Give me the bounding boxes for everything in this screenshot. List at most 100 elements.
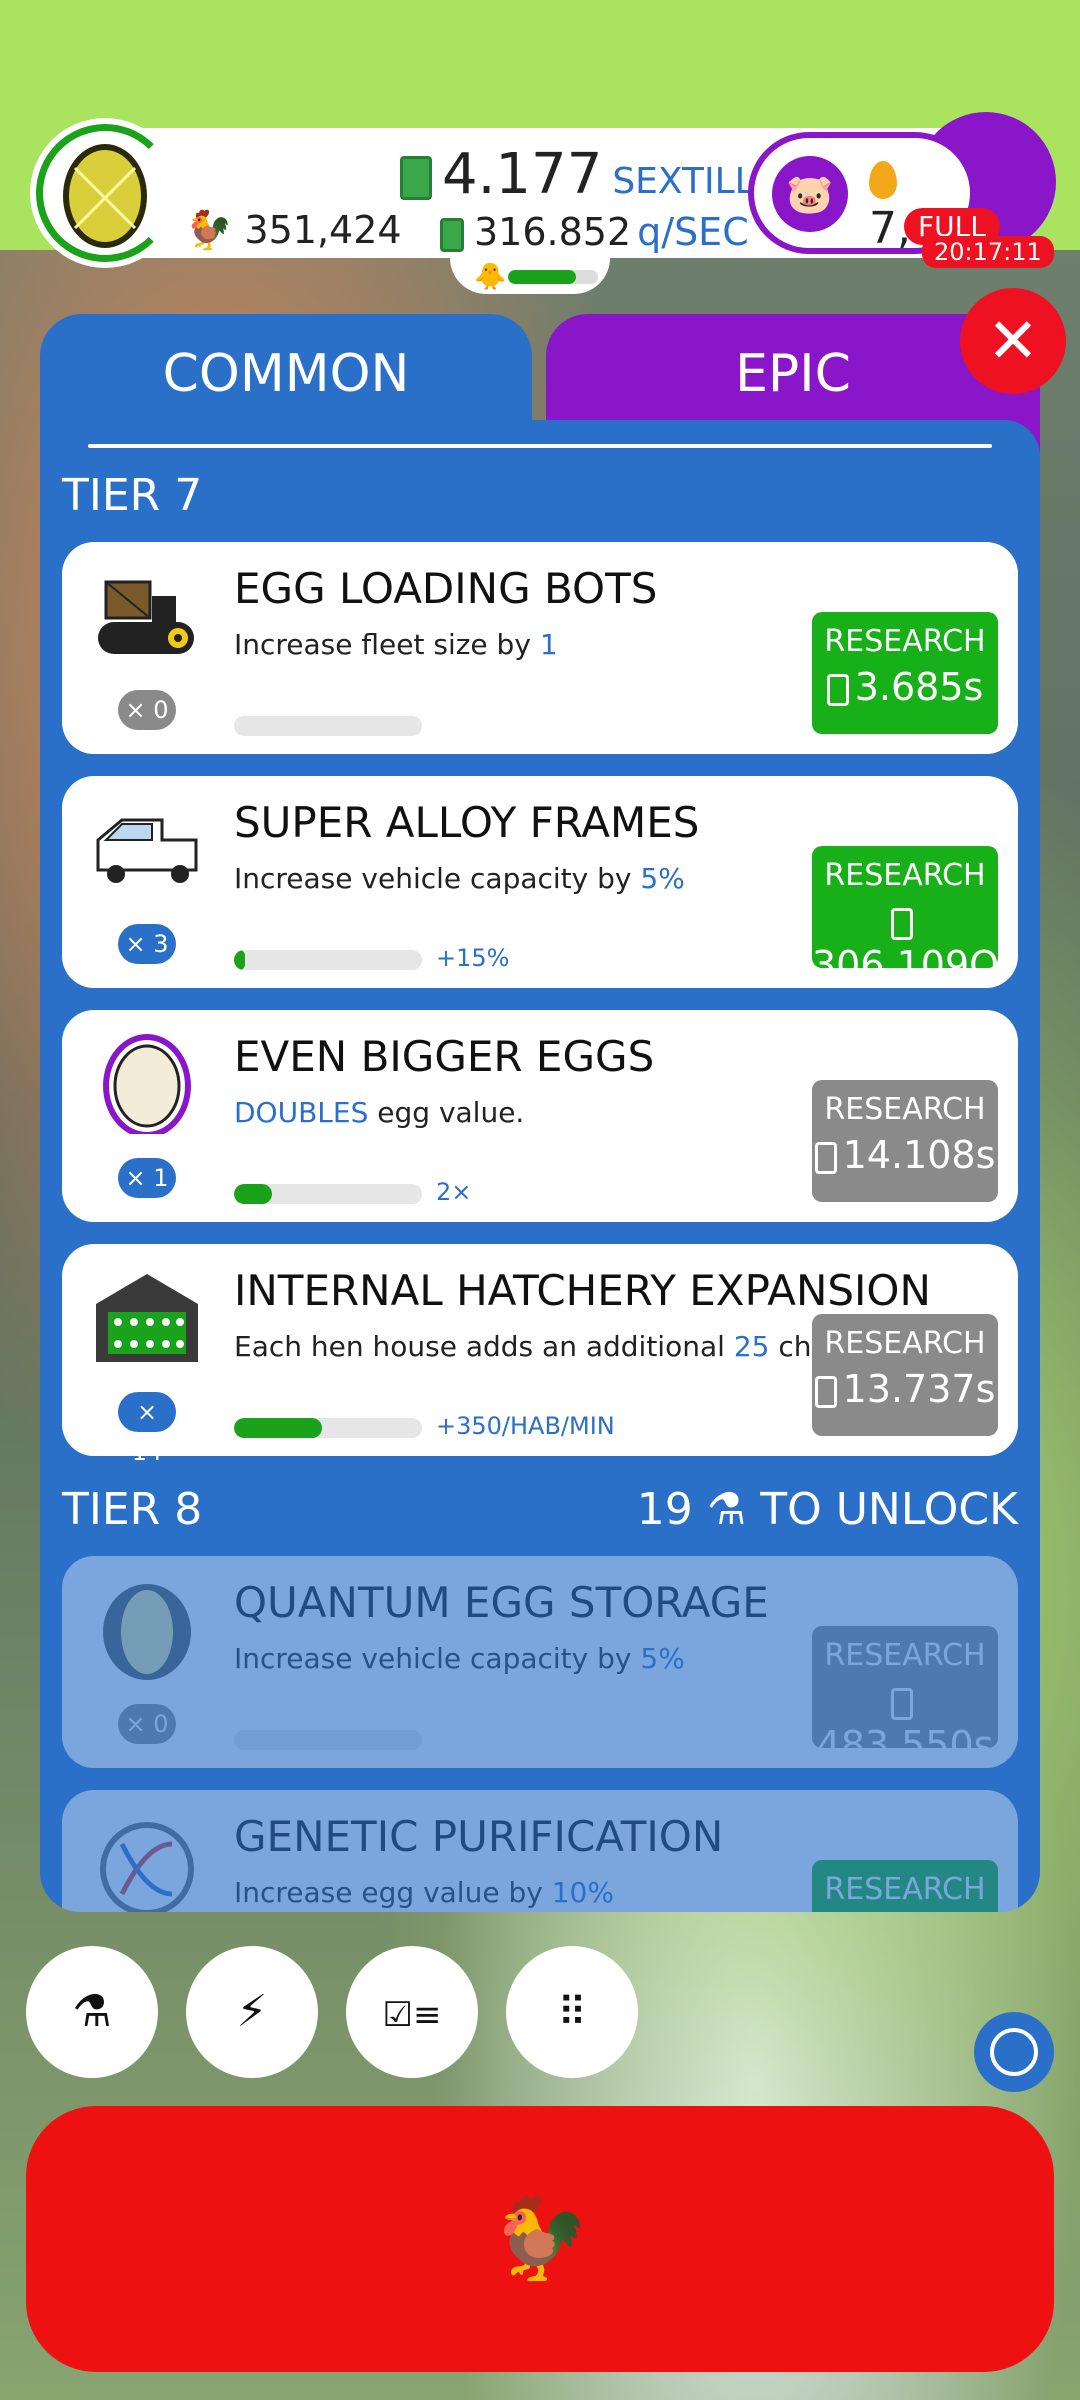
desc-text: Each hen house adds an additional: [234, 1330, 734, 1363]
research-effect: +15%: [436, 944, 510, 972]
research-title: EGG LOADING BOTS: [234, 564, 658, 613]
desc-highlight: 25: [733, 1330, 770, 1363]
research-description: Increase vehicle capacity by 5%: [234, 862, 685, 895]
research-progress-bar: [234, 950, 422, 970]
research-count: × 14: [118, 1392, 176, 1466]
desc-highlight: 10%: [551, 1876, 614, 1909]
truck-icon: [96, 818, 198, 883]
research-button: RESEARCH 483.550s: [812, 1626, 998, 1767]
egg-progress-ring: [36, 124, 174, 262]
research-button-label: RESEARCH: [824, 624, 986, 659]
research-price: 13.737s: [812, 1367, 998, 1411]
research-button[interactable]: RESEARCH 14.108s: [812, 1080, 998, 1202]
desc-text: Increase vehicle capacity by: [234, 862, 641, 895]
camera-toggle-button[interactable]: [974, 2012, 1054, 2092]
hen-house-icon: [96, 1274, 198, 1362]
research-button[interactable]: RESEARCH 306.109Q: [812, 846, 999, 987]
research-button-label: RESEARCH: [824, 1092, 986, 1127]
research-card-even-bigger-eggs: × 1 EVEN BIGGER EGGS DOUBLES egg value. …: [62, 1010, 1018, 1222]
loading-bot-icon: [98, 580, 194, 654]
research-description: DOUBLES egg value.: [234, 1096, 524, 1129]
research-button-label: RESEARCH: [824, 1326, 986, 1361]
tier8-unlock-requirement: 19 ⚗ TO UNLOCK: [637, 1484, 1018, 1535]
research-card-internal-hatchery-expansion: × 14 INTERNAL HATCHERY EXPANSION Each he…: [62, 1244, 1018, 1466]
unlock-count: 19: [636, 1484, 693, 1535]
chicken-icon: 🐓: [490, 2192, 590, 2285]
dna-icon: [100, 1822, 194, 1912]
quantum-egg-icon: [103, 1584, 191, 1680]
research-panel[interactable]: TIER 7 × 0 EGG LOADING BOTS Increase fle…: [40, 420, 1040, 1912]
shipping-progress-fill: [508, 270, 576, 284]
tier7-label: TIER 7: [62, 470, 203, 521]
research-count: × 3: [118, 924, 176, 964]
desc-text: Increase fleet size by: [234, 628, 540, 661]
flask-icon: ⚗: [72, 1986, 112, 2037]
research-progress-fill: [234, 950, 246, 970]
research-button[interactable]: RESEARCH 13.737s: [812, 1314, 998, 1436]
chicken-count-value: 351,424: [244, 208, 402, 252]
main-menu-button[interactable]: ⠿: [506, 1946, 638, 2078]
research-card-genetic-purification: GENETIC PURIFICATION Increase egg value …: [62, 1790, 1018, 1912]
cash-icon-small: [440, 217, 464, 252]
research-price-value: 13.737s: [842, 1367, 996, 1411]
research-effect: +350/HAB/MIN: [436, 1412, 615, 1440]
earning-rate: 316.852 q/SEC: [440, 210, 749, 254]
research-progress-bar: [234, 716, 422, 736]
research-button-label: RESEARCH: [824, 858, 986, 893]
research-title: GENETIC PURIFICATION: [234, 1812, 724, 1861]
cash-icon: [400, 155, 432, 200]
desc-highlight: DOUBLES: [234, 1096, 369, 1129]
research-count: × 0: [118, 690, 176, 730]
desc-highlight: 5%: [640, 1642, 685, 1675]
desc-text: Increase egg value by: [234, 1876, 552, 1909]
research-progress-bar: [234, 1418, 422, 1438]
current-egg-button[interactable]: [30, 118, 180, 268]
research-count: × 0: [118, 1704, 176, 1744]
cash-icon: [814, 1375, 837, 1408]
missions-menu-button[interactable]: ☑≡: [346, 1946, 478, 2078]
research-progress-bar: [234, 1184, 422, 1204]
research-title: INTERNAL HATCHERY EXPANSION: [234, 1266, 931, 1315]
research-title: QUANTUM EGG STORAGE: [234, 1578, 769, 1627]
cash-icon: [891, 1687, 913, 1720]
research-card-egg-loading-bots: × 0 EGG LOADING BOTS Increase fleet size…: [62, 542, 1018, 754]
research-price: 14.108s: [812, 1133, 998, 1177]
big-egg-icon: [103, 1034, 191, 1134]
tab-underline: [88, 444, 992, 448]
chicken-count: 🐓 351,424: [185, 208, 402, 253]
close-button[interactable]: ✕: [960, 288, 1066, 394]
tier8-label: TIER 8: [62, 1484, 203, 1535]
shipping-progress-bar: [508, 270, 598, 284]
mini-chicken-icon: 🐥: [474, 262, 507, 292]
cash-icon: [891, 907, 913, 940]
research-button: RESEARCH: [812, 1860, 998, 1912]
research-price-value: 483.550s: [816, 1723, 994, 1767]
boosts-menu-button[interactable]: ⚡: [186, 1946, 318, 2078]
event-timer: 20:17:11: [922, 236, 1054, 268]
research-button[interactable]: RESEARCH 3.685s: [812, 612, 998, 734]
research-description: Increase fleet size by 1: [234, 628, 558, 661]
desc-highlight: 5%: [640, 862, 685, 895]
research-menu-button[interactable]: ⚗: [26, 1946, 158, 2078]
research-price-value: 14.108s: [842, 1133, 996, 1177]
research-price: 483.550s: [812, 1679, 998, 1767]
research-title: EVEN BIGGER EGGS: [234, 1032, 655, 1081]
desc-highlight: 1: [539, 628, 558, 661]
research-description: Increase vehicle capacity by 5%: [234, 1642, 685, 1675]
research-price: 306.109Q: [812, 899, 999, 987]
lightning-icon: ⚡: [236, 1986, 268, 2037]
research-title: SUPER ALLOY FRAMES: [234, 798, 700, 847]
desc-text: Increase vehicle capacity by: [234, 1642, 641, 1675]
golden-egg-icon: [869, 161, 897, 199]
chicken-icon: 🐓: [185, 208, 233, 252]
hatch-chicken-button[interactable]: 🐓: [26, 2106, 1054, 2372]
research-progress-fill: [234, 1184, 272, 1204]
research-button-label: RESEARCH: [824, 1872, 986, 1907]
research-progress-bar: [234, 1730, 422, 1750]
desc-text: egg value.: [368, 1096, 525, 1129]
grid-icon: ⠿: [557, 1990, 587, 2036]
research-effect: 2×: [436, 1178, 472, 1206]
research-card-quantum-egg-storage: × 0 QUANTUM EGG STORAGE Increase vehicle…: [62, 1556, 1018, 1768]
research-progress-fill: [234, 1418, 323, 1438]
rate-unit: q/SEC: [637, 210, 749, 254]
